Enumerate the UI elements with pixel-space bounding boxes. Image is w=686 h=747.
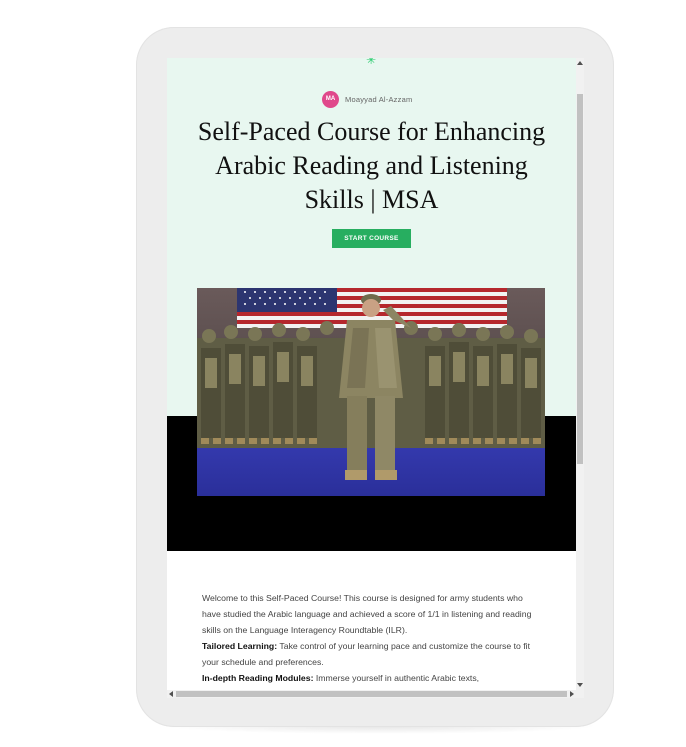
author-info: MA Moayyad Al-Azzam [322, 90, 412, 108]
horizontal-scroll-thumb[interactable] [176, 691, 567, 697]
scroll-up-arrow-icon[interactable] [577, 61, 583, 65]
intro-paragraph: Welcome to this Self-Paced Course! This … [202, 593, 532, 635]
hero-image-soldiers-saluting [197, 288, 545, 496]
vertical-scroll-thumb[interactable] [577, 94, 583, 464]
horizontal-scrollbar[interactable] [167, 690, 584, 698]
author-name: Moayyad Al-Azzam [345, 94, 413, 104]
start-course-button[interactable]: START COURSE [332, 229, 411, 248]
feature-text: Immerse yourself in authentic Arabic tex… [313, 673, 480, 683]
course-title: Self-Paced Course for Enhancing Arabic R… [197, 117, 546, 214]
course-description: Welcome to this Self-Paced Course! This … [202, 590, 542, 686]
scroll-right-arrow-icon[interactable] [570, 691, 574, 697]
avatar: MA [322, 90, 339, 108]
course-page: ✳ MA Moayyad Al-Azzam Self-Paced Course … [167, 58, 576, 698]
feature-item: Tailored Learning: Take control of your … [202, 638, 542, 670]
vertical-scrollbar[interactable] [576, 58, 584, 690]
sparkle-icon: ✳ [366, 58, 377, 67]
scroll-left-arrow-icon[interactable] [169, 691, 173, 697]
feature-item: In-depth Reading Modules: Immerse yourse… [202, 670, 542, 686]
feature-label: Tailored Learning: [202, 641, 278, 651]
feature-label: In-depth Reading Modules: [202, 673, 314, 683]
scroll-down-arrow-icon[interactable] [577, 683, 583, 687]
